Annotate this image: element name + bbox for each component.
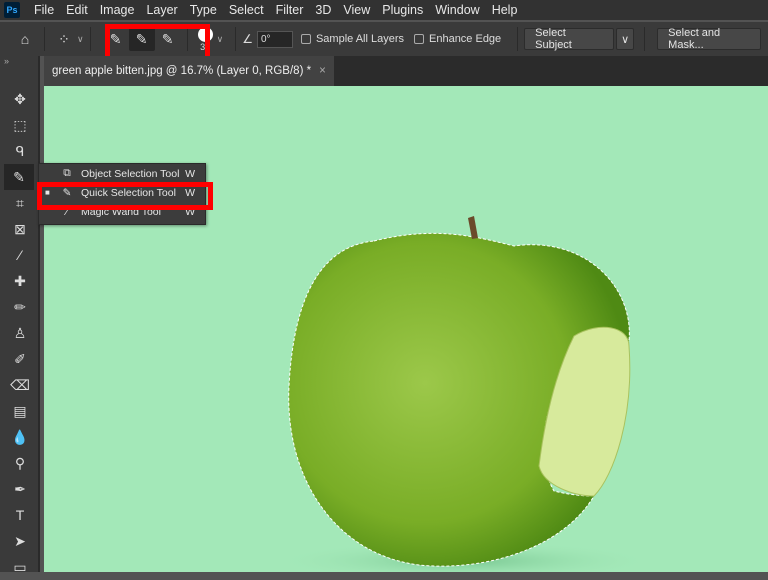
eraser-tool-icon[interactable]: ⌫ <box>0 372 40 398</box>
type-tool-icon[interactable]: T <box>0 502 40 528</box>
menu-layer[interactable]: Layer <box>140 3 183 17</box>
object-selection-icon: ⧉ <box>63 167 71 179</box>
shortcut: W <box>185 205 195 218</box>
divider <box>89 27 91 51</box>
healing-brush-icon[interactable]: ✚ <box>0 268 40 294</box>
brush-tool-icon[interactable]: ✏ <box>0 294 40 320</box>
new-selection-brush-icon[interactable]: ✎ <box>103 27 129 51</box>
brush-size: 30 <box>200 41 211 52</box>
label: Magic Wand Tool <box>81 205 161 218</box>
menu-file[interactable]: File <box>28 3 60 17</box>
photoshop-logo: Ps <box>4 2 20 18</box>
sample-all-layers-checkbox[interactable]: Sample All Layers <box>300 33 404 45</box>
blur-tool-icon[interactable]: 💧 <box>0 424 40 450</box>
menu-window[interactable]: Window <box>429 3 485 17</box>
active-indicator: ■ <box>45 188 50 197</box>
divider <box>235 27 237 51</box>
menu-3d[interactable]: 3D <box>309 3 337 17</box>
menu-bar: Ps File Edit Image Layer Type Select Fil… <box>0 0 768 20</box>
menu-help[interactable]: Help <box>486 3 524 17</box>
flyout-item-quick-selection[interactable]: ■ ✎ Quick Selection Tool W <box>39 183 205 202</box>
eyedropper-tool-icon[interactable]: ⁄ <box>0 242 40 268</box>
quick-selection-icon: ✎ <box>62 186 72 199</box>
select-subject-button[interactable]: Select Subject <box>524 27 615 51</box>
document-title: green apple bitten.jpg @ 16.7% (Layer 0,… <box>52 65 312 77</box>
magic-wand-icon: ⁄ <box>66 205 68 218</box>
document-tab[interactable]: green apple bitten.jpg @ 16.7% (Layer 0,… <box>44 56 334 86</box>
crop-tool-icon[interactable]: ⌗ <box>0 190 40 216</box>
collapse-icon[interactable]: » <box>0 56 38 68</box>
move-tool-icon[interactable]: ✥ <box>0 86 40 112</box>
pen-tool-icon[interactable]: ✒ <box>0 476 40 502</box>
divider <box>44 27 45 51</box>
shortcut: W <box>185 186 195 199</box>
rectangle-tool-icon[interactable]: ▭ <box>0 554 40 580</box>
marquee-tool-icon[interactable]: ⬚ <box>0 112 40 138</box>
brush-tip-icon <box>197 26 213 42</box>
lasso-tool-icon[interactable]: ᑫ <box>0 138 40 164</box>
menu-type[interactable]: Type <box>184 3 223 17</box>
apple-image <box>274 216 654 572</box>
select-subject-dropdown[interactable]: ∨ <box>616 28 635 50</box>
label: Sample All Layers <box>315 33 404 45</box>
shortcut: W <box>185 167 195 180</box>
divider <box>517 27 519 51</box>
home-icon[interactable]: ⌂ <box>12 27 38 51</box>
add-to-selection-brush-icon[interactable]: ✎ <box>128 27 155 51</box>
angle-icon: ∠ <box>242 32 253 46</box>
flyout-item-magic-wand[interactable]: ⁄ Magic Wand Tool W <box>39 202 205 221</box>
select-and-mask-button[interactable]: Select and Mask... <box>657 27 762 51</box>
frame-tool-icon[interactable]: ⊠ <box>0 216 40 242</box>
menu-plugins[interactable]: Plugins <box>376 3 429 17</box>
brush-picker[interactable]: 30 <box>197 26 213 52</box>
label: Quick Selection Tool <box>81 186 176 199</box>
menu-filter[interactable]: Filter <box>270 3 310 17</box>
path-selection-icon[interactable]: ➤ <box>0 528 40 554</box>
angle-input[interactable]: 0° <box>256 30 293 48</box>
menu-select[interactable]: Select <box>223 3 270 17</box>
label: Object Selection Tool <box>81 167 180 180</box>
flyout-item-object-selection[interactable]: ⧉ Object Selection Tool W <box>39 164 205 183</box>
divider <box>644 27 646 51</box>
document-canvas[interactable] <box>44 86 768 572</box>
tool-preset-picker[interactable]: ⁘ <box>51 27 77 51</box>
label: Enhance Edge <box>429 33 502 45</box>
history-brush-icon[interactable]: ✐ <box>0 346 40 372</box>
menu-edit[interactable]: Edit <box>60 3 94 17</box>
quick-selection-tool-icon[interactable]: ✎ <box>4 164 34 190</box>
close-icon[interactable]: × <box>319 65 326 77</box>
gradient-tool-icon[interactable]: ▤ <box>0 398 40 424</box>
selection-tools-flyout: ⧉ Object Selection Tool W ■ ✎ Quick Selectio… <box>38 163 206 225</box>
menu-image[interactable]: Image <box>94 3 141 17</box>
menu-view[interactable]: View <box>337 3 376 17</box>
dodge-tool-icon[interactable]: ⚲ <box>0 450 40 476</box>
divider <box>186 27 188 51</box>
chevron-down-icon[interactable]: ∨ <box>217 34 224 45</box>
clone-stamp-icon[interactable]: ♙ <box>0 320 40 346</box>
chevron-down-icon[interactable]: ∨ <box>77 34 84 45</box>
options-bar: ⌂ ⁘ ∨ ✎ ✎ ✎ 30 ∨ ∠ 0° Sample All Layers … <box>0 22 768 56</box>
tools-panel: » ✥ ⬚ ᑫ ✎ ⌗ ⊠ ⁄ ✚ ✏ ♙ ✐ ⌫ ▤ 💧 ⚲ ✒ T ➤ ▭ <box>0 56 40 575</box>
enhance-edge-checkbox[interactable]: Enhance Edge <box>414 33 501 45</box>
subtract-from-selection-brush-icon[interactable]: ✎ <box>155 27 181 51</box>
document-tabs: green apple bitten.jpg @ 16.7% (Layer 0,… <box>44 56 768 86</box>
